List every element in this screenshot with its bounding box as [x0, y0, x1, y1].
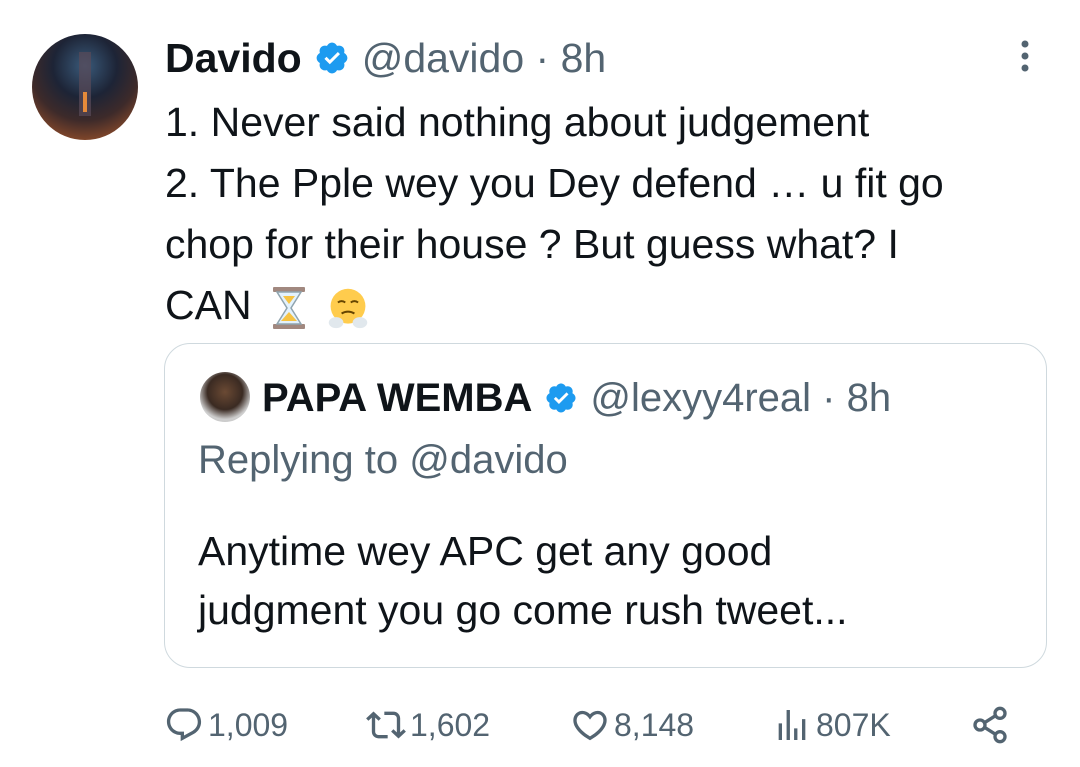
reply-icon — [166, 708, 202, 742]
replying-to-label: Replying to @davido — [198, 438, 568, 482]
heart-icon — [573, 710, 607, 741]
tweet-header: Davido @davido · 8h — [165, 30, 606, 86]
retweet-icon — [366, 711, 406, 739]
reply-button[interactable]: 1,009 — [164, 697, 288, 753]
quoted-author-avatar[interactable] — [200, 372, 250, 422]
author-avatar[interactable] — [32, 34, 138, 140]
tweet-line: 1. Never said nothing about judgement — [165, 99, 870, 145]
quoted-tweet-header: PAPA WEMBA @lexyy4real · 8h — [262, 370, 891, 426]
share-button[interactable] — [970, 697, 1010, 753]
tweet-line-last: CAN — [165, 275, 1045, 336]
share-icon — [973, 706, 1007, 744]
author-name[interactable]: Davido — [165, 35, 302, 82]
retweet-button[interactable]: 1,602 — [366, 697, 490, 753]
tweet-line: 2. The Pple wey you Dey defend … u fit g… — [165, 160, 944, 206]
verified-badge-icon — [546, 383, 576, 413]
quoted-author-name[interactable]: PAPA WEMBA — [262, 376, 532, 421]
tweet-line-text: CAN — [165, 282, 252, 328]
like-button[interactable]: 8,148 — [570, 697, 694, 753]
hourglass-icon — [272, 287, 305, 330]
quoted-tweet-text: Anytime wey APC get any good judgment yo… — [198, 522, 848, 640]
views-count: 807K — [816, 706, 891, 743]
views-chart-icon — [778, 710, 806, 740]
quoted-tweet-line: judgment you go come rush tweet... — [198, 587, 848, 633]
more-options-icon[interactable] — [1016, 38, 1034, 74]
tweet-line: chop for their house ? But guess what? I — [165, 221, 899, 267]
quoted-tweet-line: Anytime wey APC get any good — [198, 528, 773, 574]
reply-count: 1,009 — [208, 706, 289, 743]
avatar-hourglass-graphic — [79, 52, 91, 116]
tweet-actions-bar: 1,009 1,602 8,148 807K — [164, 697, 1044, 753]
verified-badge-icon — [316, 42, 348, 74]
views-button[interactable]: 807K — [772, 697, 891, 753]
author-handle-time[interactable]: @davido · 8h — [362, 35, 606, 82]
quoted-tweet-card[interactable]: PAPA WEMBA @lexyy4real · 8h Replying to … — [164, 343, 1047, 668]
like-count: 8,148 — [614, 706, 695, 743]
retweet-count: 1,602 — [410, 706, 491, 743]
tweet-text: 1. Never said nothing about judgement 2.… — [165, 92, 1045, 336]
face-steam-nose-icon — [329, 288, 368, 329]
quoted-author-handle-time[interactable]: @lexyy4real · 8h — [590, 376, 891, 421]
